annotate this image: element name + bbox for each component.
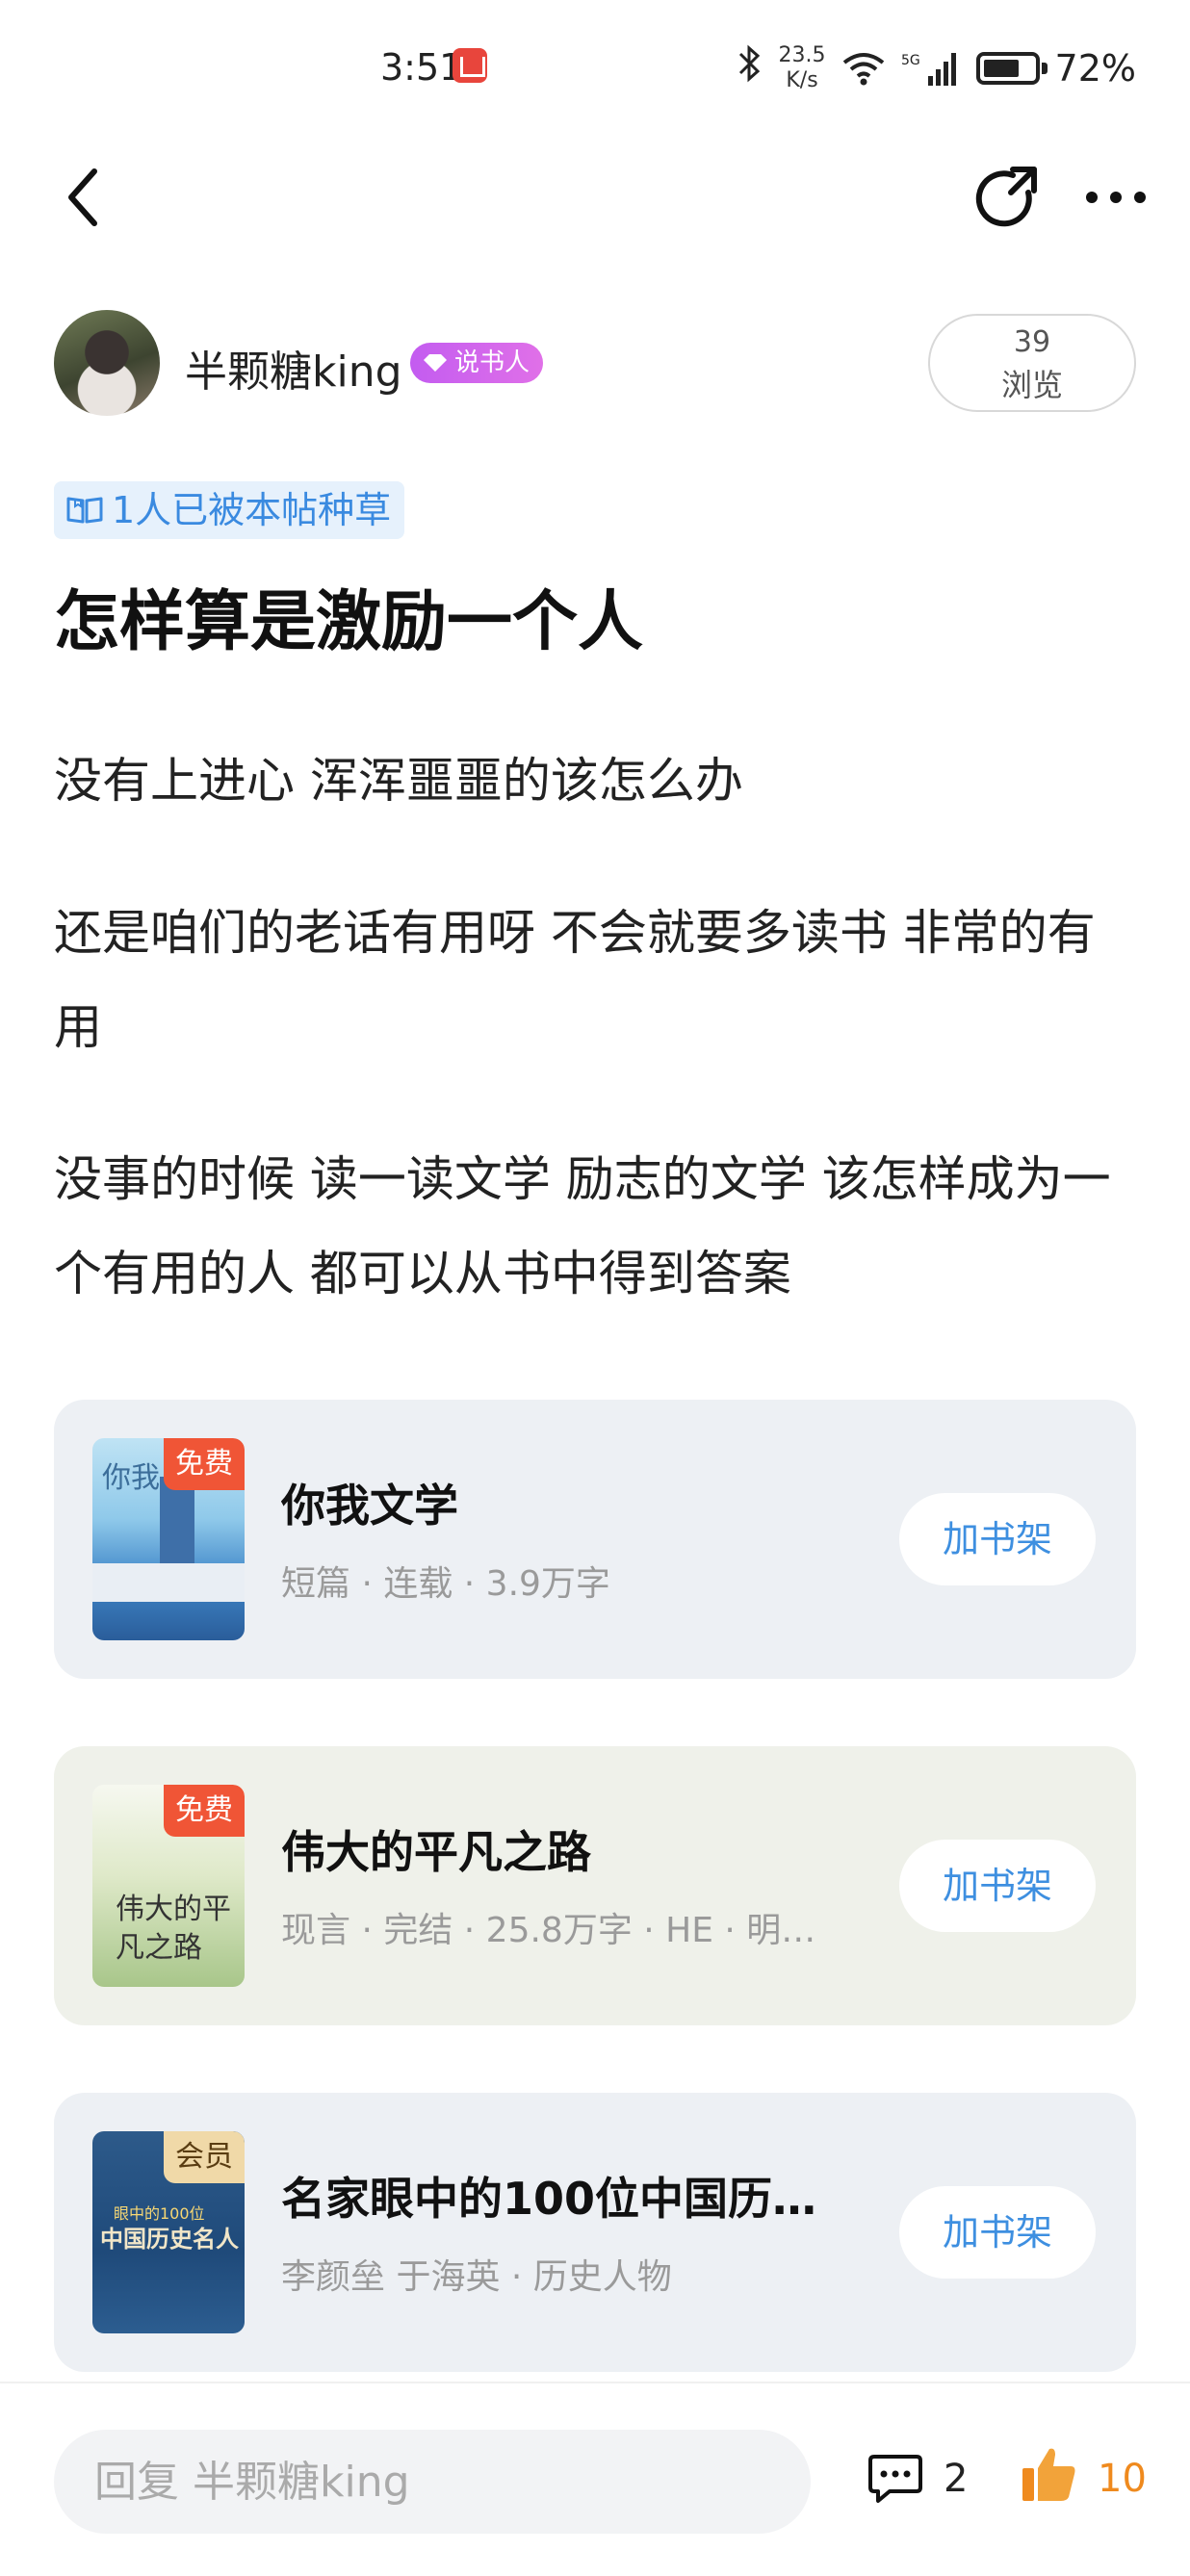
more-dots-icon[interactable] <box>1084 188 1148 207</box>
avatar[interactable] <box>54 310 160 416</box>
thumbs-up-icon[interactable] <box>1019 2443 1080 2505</box>
post-paragraph: 没事的时候 读一读文学 励志的文学 该怎样成为一个有用的人 都可以从书中得到答案 <box>54 1151 1111 1301</box>
storyteller-badge: 说书人 <box>410 343 544 383</box>
book-cover[interactable]: 你我 免费 <box>92 1438 245 1640</box>
add-to-shelf-button[interactable]: 加书架 <box>899 1840 1096 1932</box>
battery-percent: 72% <box>1054 47 1136 90</box>
bottom-divider <box>0 2382 1190 2383</box>
book-meta: 短篇 · 连载 · 3.9万字 <box>281 1564 610 1604</box>
net-speed-value: 23.5 <box>778 43 826 67</box>
add-to-shelf-button[interactable]: 加书架 <box>899 2186 1096 2279</box>
book-cover[interactable]: 眼中的100位 中国历史名人 会员 <box>92 2131 245 2333</box>
reply-input[interactable] <box>54 2430 811 2534</box>
book-meta: 李颜垒 于海英 · 历史人物 <box>281 2257 672 2297</box>
net-speed-unit: K/s <box>786 68 818 92</box>
post-body: 没有上进心 浑浑噩噩的该怎么办 还是咱们的老话有用呀 不会就要多读书 非常的有用… <box>54 734 1142 1378</box>
battery-icon <box>975 52 1048 85</box>
5g-signal-icon: 5G <box>901 53 956 86</box>
book-card[interactable]: 伟大的平凡之路 免费 伟大的平凡之路 现言 · 完结 · 25.8万字 · HE… <box>54 1746 1136 2025</box>
free-tag: 免费 <box>164 1438 245 1490</box>
wifi-icon <box>842 53 884 86</box>
free-tag: 免费 <box>164 1785 245 1837</box>
cover-title: 你我 <box>102 1461 160 1495</box>
status-bar: 3:51 23.5 K/s 5G 72% <box>0 0 1190 135</box>
refresh-icon[interactable] <box>970 164 1044 237</box>
views-label: 浏览 <box>1000 367 1063 403</box>
seed-tag: 1人已被本帖种草 <box>54 481 405 539</box>
cover-art <box>92 1563 245 1602</box>
cover-title: 伟大的平凡之路 <box>116 1893 231 1965</box>
book-title[interactable]: 伟大的平凡之路 <box>281 1817 591 1881</box>
diamond-icon <box>424 354 447 372</box>
book-card[interactable]: 眼中的100位 中国历史名人 会员 名家眼中的100位中国历史… 李颜垒 于海英… <box>54 2093 1136 2372</box>
book-title[interactable]: 你我文学 <box>281 1471 458 1534</box>
bluetooth-icon <box>737 44 763 92</box>
comment-count: 2 <box>944 2457 969 2501</box>
views-count: 39 <box>1013 325 1051 359</box>
app-notification-icon <box>453 48 487 83</box>
chevron-left-icon[interactable] <box>58 164 116 231</box>
views-counter: 39 浏览 <box>928 314 1136 412</box>
badge-label: 说书人 <box>454 348 530 377</box>
post-paragraph: 还是咱们的老话有用呀 不会就要多读书 非常的有用 <box>54 905 1096 1055</box>
vip-tag: 会员 <box>164 2131 245 2183</box>
post-title: 怎样算是激励一个人 <box>54 584 644 660</box>
book-meta: 现言 · 完结 · 25.8万字 · HE · 明… <box>281 1911 816 1950</box>
svg-text:5G: 5G <box>901 53 920 68</box>
author-name[interactable]: 半颗糖king <box>185 337 402 399</box>
add-to-shelf-button[interactable]: 加书架 <box>899 1493 1096 1585</box>
open-book-icon <box>66 497 103 524</box>
cover-title: 中国历史名人 <box>100 2225 239 2253</box>
status-icons: 23.5 K/s 5G 72% <box>737 35 1136 102</box>
comment-icon[interactable] <box>867 2449 924 2507</box>
book-cover[interactable]: 伟大的平凡之路 免费 <box>92 1785 245 1987</box>
net-speed: 23.5 K/s <box>779 43 826 93</box>
book-card[interactable]: 你我 免费 你我文学 短篇 · 连载 · 3.9万字 加书架 <box>54 1400 1136 1679</box>
seed-tag-label: 1人已被本帖种草 <box>112 489 392 531</box>
status-time: 3:51 <box>380 46 463 89</box>
post-paragraph: 没有上进心 浑浑噩噩的该怎么办 <box>54 753 743 809</box>
book-title[interactable]: 名家眼中的100位中国历史… <box>281 2164 840 2228</box>
like-count: 10 <box>1098 2457 1147 2501</box>
